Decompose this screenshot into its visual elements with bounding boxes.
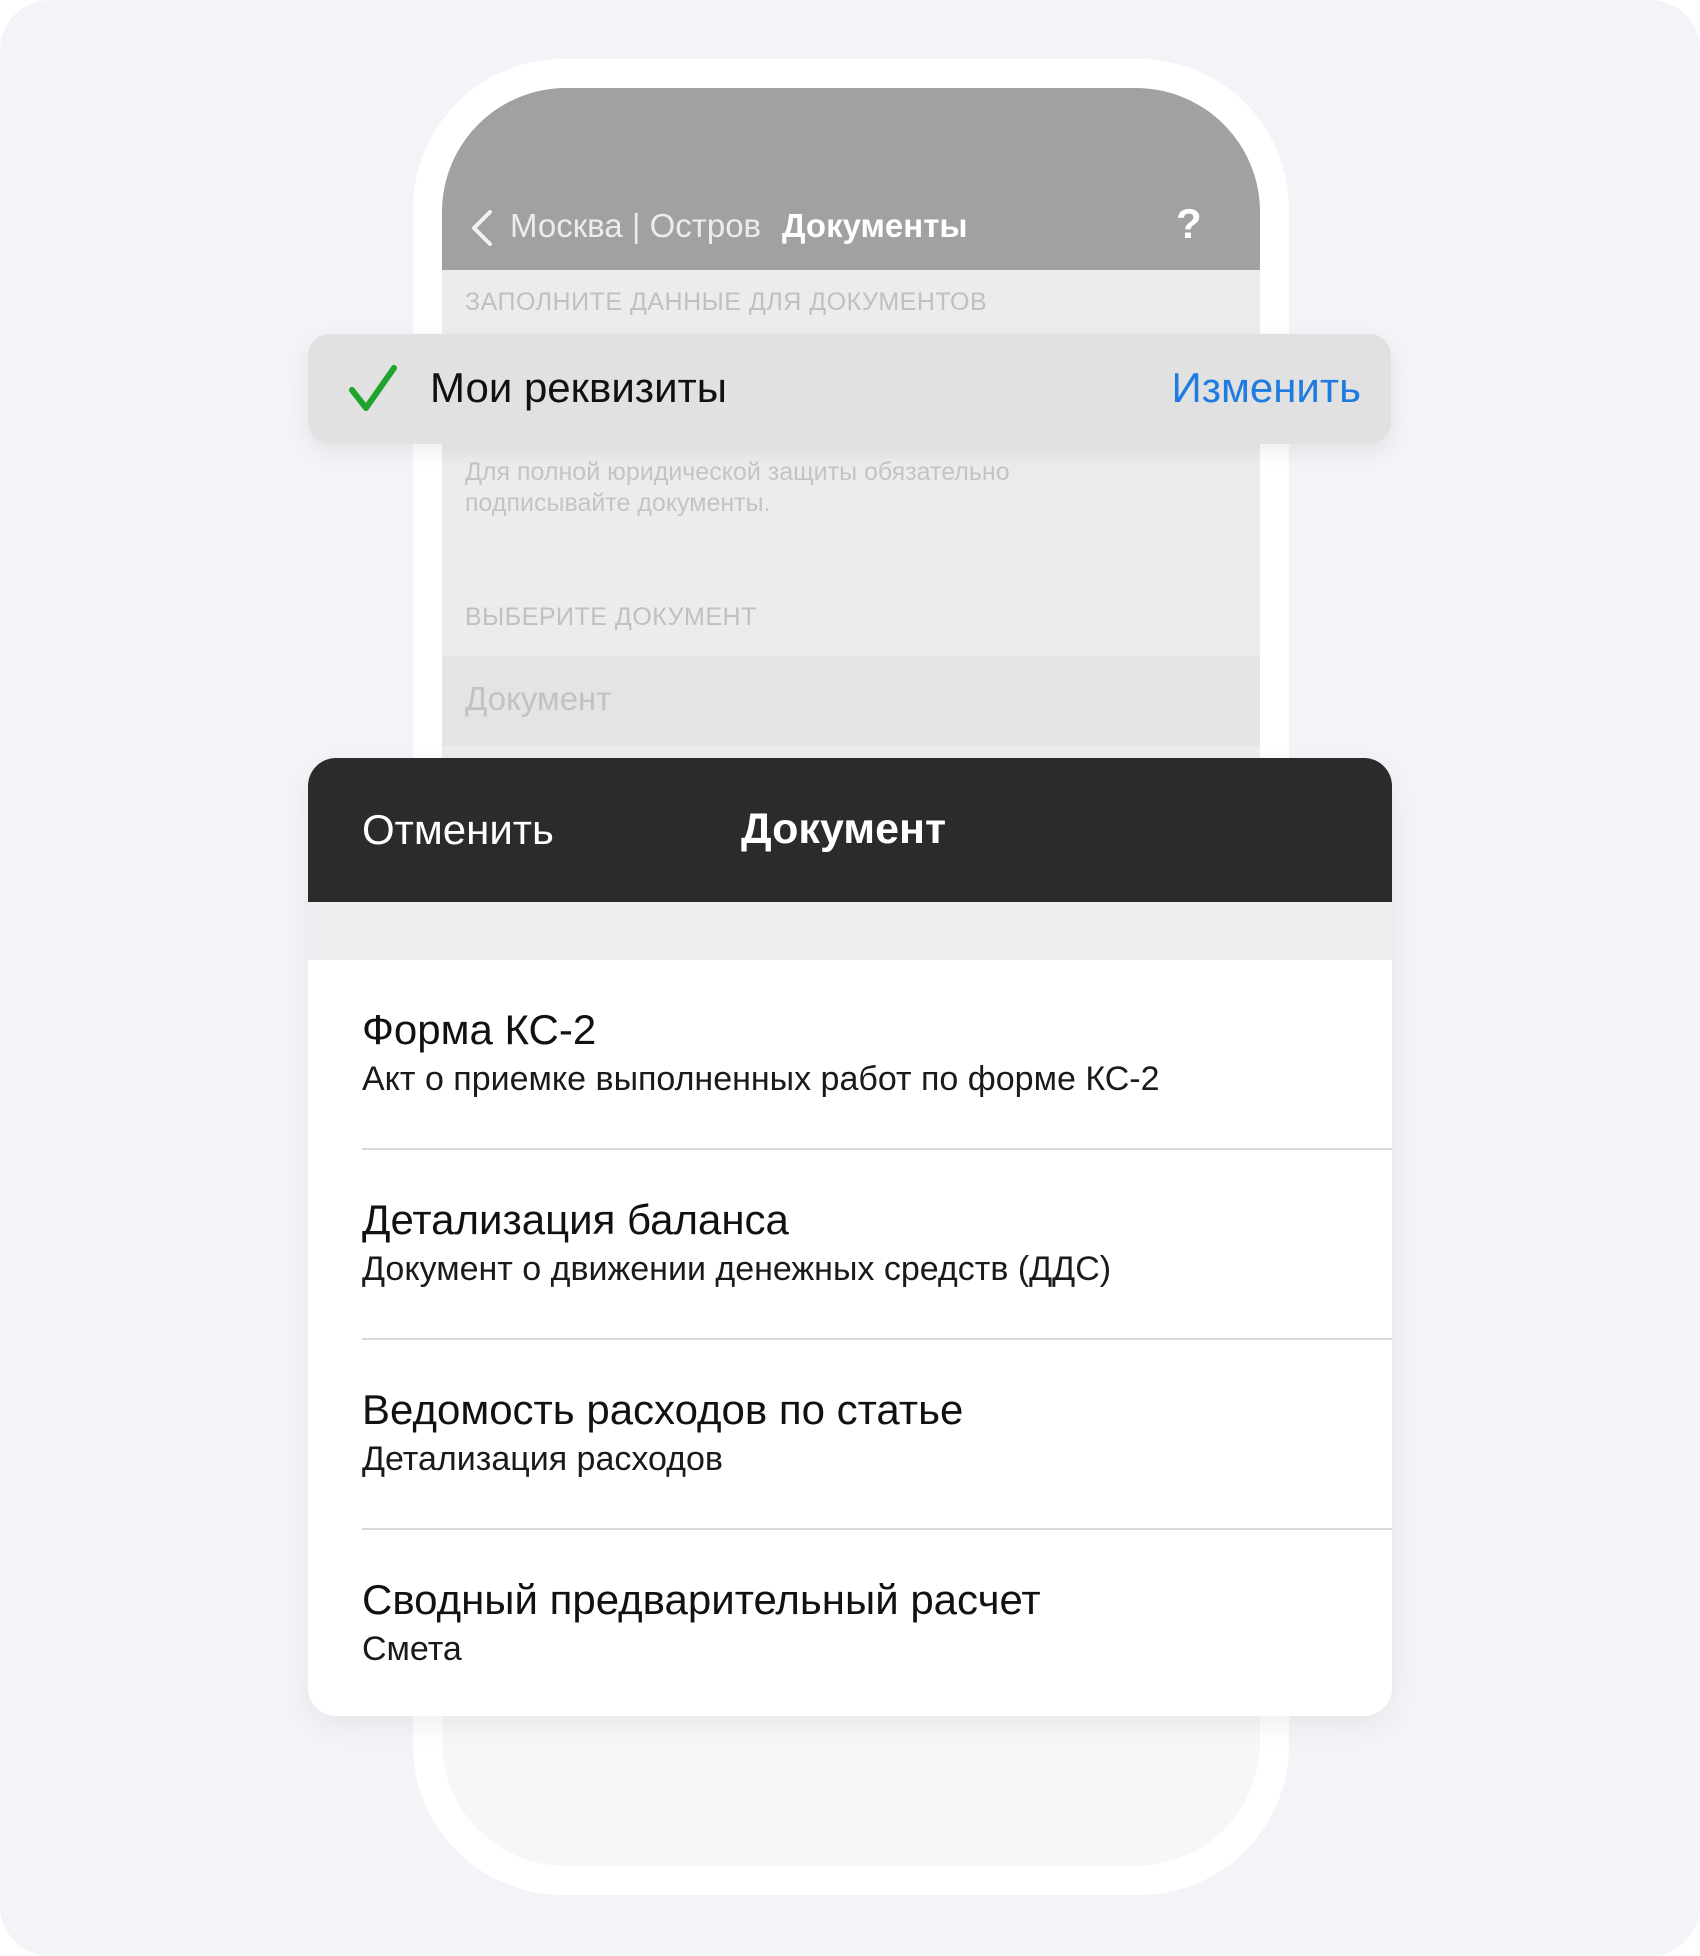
- checkmark-icon: [349, 365, 397, 411]
- edit-requisites-button[interactable]: Изменить: [1172, 364, 1361, 412]
- legal-hint-text: Для полной юридической защиты обязательн…: [465, 458, 1010, 517]
- list-item-title: Сводный предварительный расчет: [362, 1576, 1041, 1623]
- picker-spacer: [308, 902, 1392, 960]
- list-item-subtitle: Документ о движении денежных средств (ДД…: [362, 1250, 1112, 1288]
- navigation-bar: Москва | Остров Документы ?: [442, 88, 1260, 270]
- requisites-row[interactable]: Мои реквизиты Изменить: [308, 334, 1391, 444]
- list-item[interactable]: Ведомость расходов по статье Детализация…: [308, 1340, 1392, 1530]
- document-list: Форма КС-2 Акт о приемке выполненных раб…: [308, 960, 1392, 1716]
- breadcrumb[interactable]: Москва | Остров: [510, 207, 761, 245]
- cancel-button[interactable]: Отменить: [362, 806, 554, 854]
- list-item[interactable]: Форма КС-2 Акт о приемке выполненных раб…: [308, 960, 1392, 1150]
- list-item-subtitle: Детализация расходов: [362, 1440, 723, 1478]
- list-item-title: Форма КС-2: [362, 1006, 597, 1053]
- page-title: Документы: [782, 207, 968, 244]
- chevron-left-icon[interactable]: [464, 208, 504, 248]
- document-select-field[interactable]: Документ: [442, 656, 1260, 746]
- document-picker-sheet: Отменить Документ Форма КС-2 Акт о прием…: [308, 758, 1392, 1716]
- list-item-subtitle: Акт о приемке выполненных работ по форме…: [362, 1060, 1160, 1098]
- list-item-title: Ведомость расходов по статье: [362, 1386, 964, 1433]
- list-item[interactable]: Сводный предварительный расчет Смета: [308, 1530, 1392, 1716]
- list-item-title: Детализация баланса: [362, 1196, 789, 1243]
- choose-section-label: ВЫБЕРИТЕ ДОКУМЕНТ: [465, 603, 757, 631]
- list-item[interactable]: Детализация баланса Документ о движении …: [308, 1150, 1392, 1340]
- requisites-label: Мои реквизиты: [430, 364, 727, 411]
- picker-header: Отменить Документ: [308, 758, 1392, 902]
- help-button[interactable]: ?: [1176, 200, 1202, 248]
- list-item-subtitle: Смета: [362, 1630, 462, 1668]
- document-field-placeholder: Документ: [465, 680, 612, 717]
- picker-title: Документ: [741, 805, 947, 853]
- fill-section-label: ЗАПОЛНИТЕ ДАННЫЕ ДЛЯ ДОКУМЕНТОВ: [465, 288, 988, 316]
